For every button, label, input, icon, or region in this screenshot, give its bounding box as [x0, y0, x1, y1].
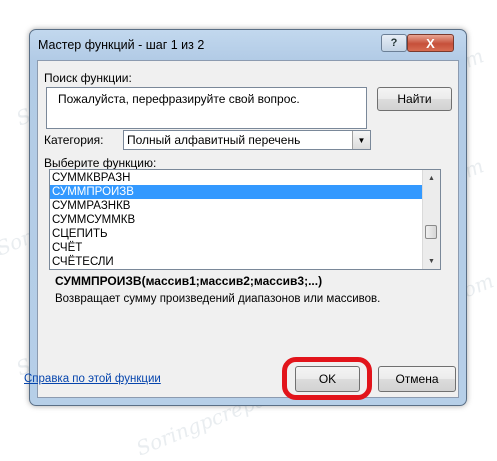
title-bar[interactable]: Мастер функций - шаг 1 из 2 ? X	[30, 30, 466, 60]
function-list[interactable]: СУММКВРАЗН СУММПРОИЗВ СУММРАЗНКВ СУММСУМ…	[49, 169, 441, 270]
category-select[interactable]: Полный алфавитный перечень ▼	[123, 130, 371, 150]
search-input[interactable]: Пожалуйста, перефразируйте свой вопрос.	[46, 87, 367, 129]
function-description: Возвращает сумму произведений диапазонов…	[55, 293, 381, 305]
list-item[interactable]: СЧЁТ	[50, 241, 423, 255]
category-label: Категория:	[44, 133, 104, 147]
close-button[interactable]: X	[407, 34, 454, 52]
scroll-up-icon[interactable]: ▲	[423, 170, 440, 186]
list-scrollbar[interactable]: ▲ ▼	[422, 170, 440, 269]
list-item[interactable]: СУММРАЗНКВ	[50, 199, 423, 213]
find-button[interactable]: Найти	[377, 87, 452, 111]
help-link[interactable]: Справка по этой функции	[24, 373, 161, 385]
cancel-button-label: Отмена	[395, 372, 439, 386]
function-wizard-dialog: Мастер функций - шаг 1 из 2 ? X Поиск фу…	[29, 29, 467, 406]
category-value: Полный алфавитный перечень	[127, 133, 301, 147]
function-list-label: Выберите функцию:	[44, 156, 157, 170]
list-item[interactable]: СЦЕПИТЬ	[50, 227, 423, 241]
search-label: Поиск функции:	[44, 71, 132, 85]
cancel-button[interactable]: Отмена	[378, 366, 456, 392]
scroll-down-icon[interactable]: ▼	[423, 253, 440, 269]
list-item[interactable]: СУММКВРАЗН	[50, 171, 423, 185]
dialog-title: Мастер функций - шаг 1 из 2	[38, 38, 205, 52]
list-item[interactable]: СУММСУММКВ	[50, 213, 423, 227]
scroll-thumb[interactable]	[425, 225, 437, 239]
list-item-selected[interactable]: СУММПРОИЗВ	[50, 185, 423, 199]
list-item[interactable]: СЧЁТЕСЛИ	[50, 255, 423, 269]
function-syntax: СУММПРОИЗВ(массив1;массив2;массив3;...)	[55, 274, 323, 288]
help-button[interactable]: ?	[381, 34, 407, 52]
find-button-label: Найти	[397, 92, 432, 106]
ok-highlight-outline	[282, 357, 372, 400]
chevron-down-icon[interactable]: ▼	[352, 131, 370, 149]
